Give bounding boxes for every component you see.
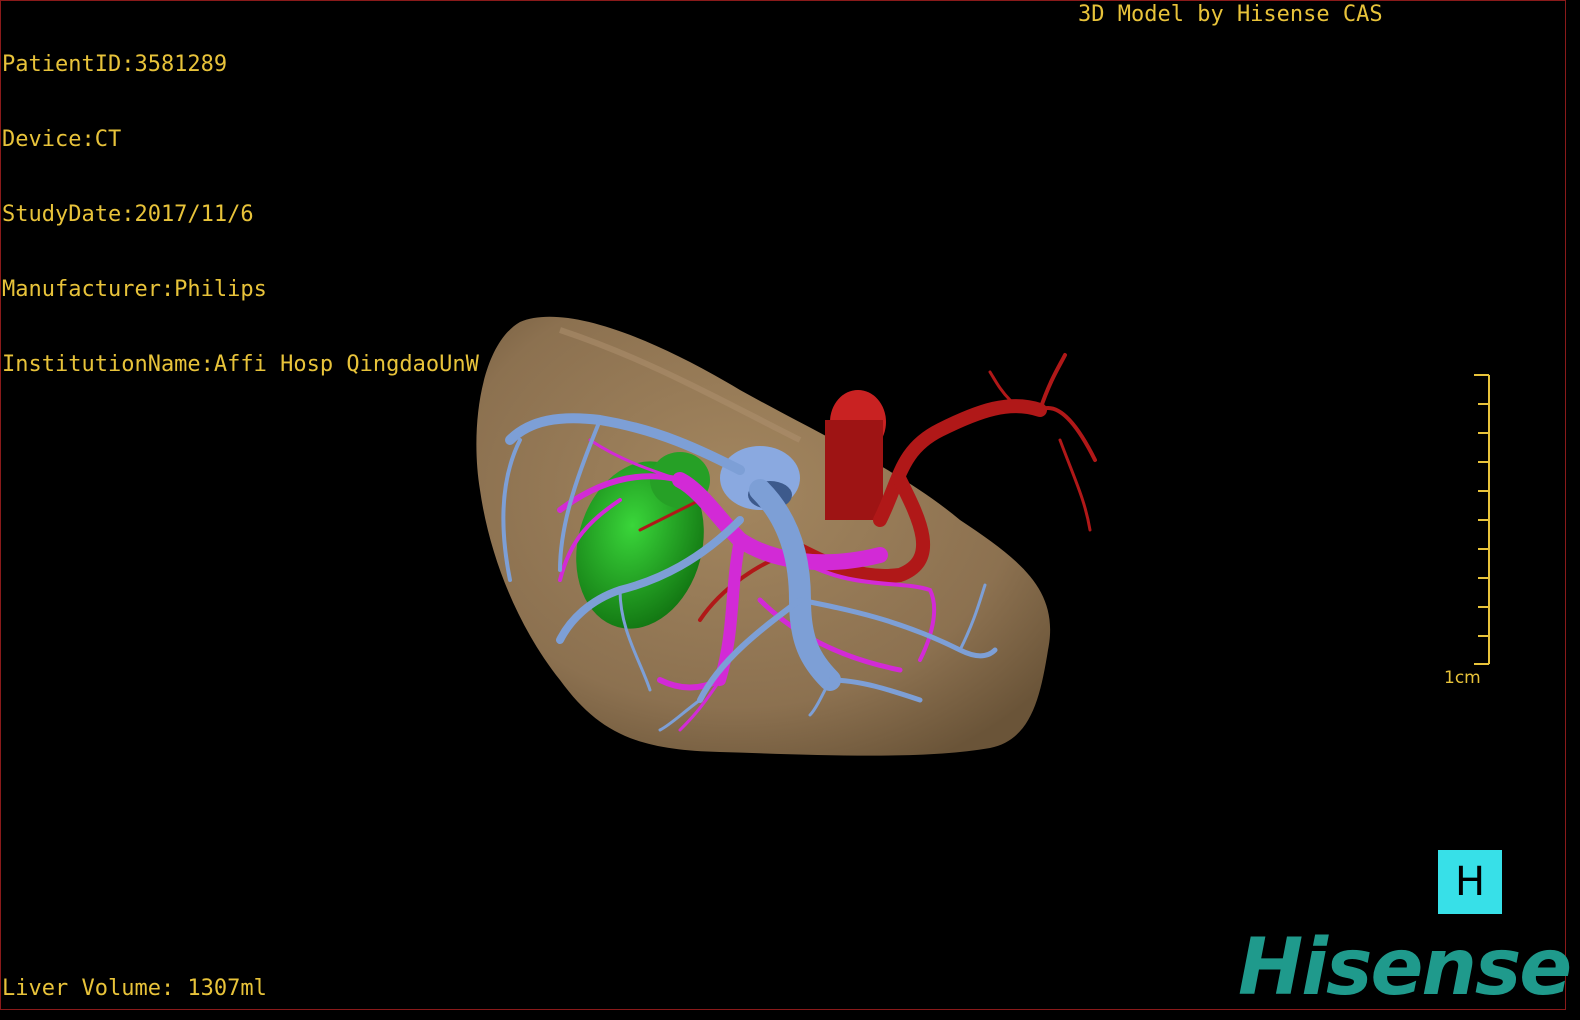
model-credit: 3D Model by Hisense CAS	[1078, 2, 1383, 27]
study-date: StudyDate:2017/11/6	[2, 202, 254, 227]
orientation-cube[interactable]: H	[1438, 850, 1502, 914]
hisense-logo: Hisense	[1238, 923, 1572, 1013]
patient-info-overlay: PatientID:3581289 Device:CT StudyDate:20…	[2, 2, 479, 402]
patient-id: PatientID:3581289	[2, 52, 228, 77]
device: Device:CT	[2, 127, 122, 152]
manufacturer: Manufacturer:Philips	[2, 277, 267, 302]
scale-bar	[1474, 374, 1490, 665]
scale-bar-label: 1cm	[1444, 668, 1481, 688]
institution-name: InstitutionName:Affi Hosp QingdaoUnW	[2, 352, 479, 377]
liver-volume: Liver Volume: 1307ml	[2, 976, 267, 1001]
